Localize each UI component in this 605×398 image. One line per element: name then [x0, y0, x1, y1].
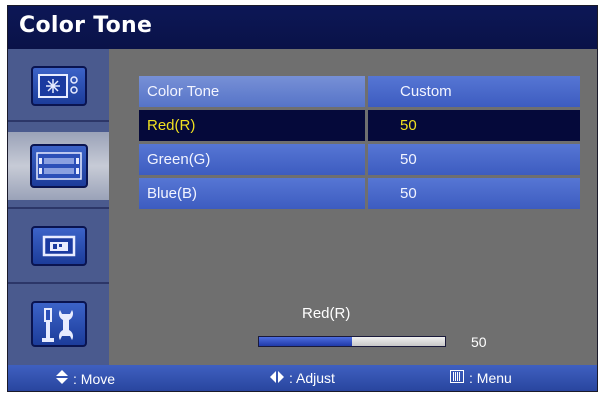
sidebar-item-color[interactable] [8, 132, 109, 200]
color-tone-table: Color Tone Custom Red(R) 50 Green(G) 50 … [139, 76, 580, 212]
table-row-color-tone[interactable]: Color Tone Custom [139, 76, 580, 107]
adjust-label: Red(R) [302, 305, 351, 322]
hint-menu-label: : Menu [469, 370, 512, 386]
setup-tools-icon [30, 301, 87, 347]
row-label: Red(R) [139, 110, 365, 141]
footer-bar: : Move : Adjust : Menu [8, 365, 597, 391]
sidebar-item-image[interactable] [8, 217, 109, 275]
table-row-red[interactable]: Red(R) 50 [139, 110, 580, 141]
hint-menu: : Menu [450, 370, 512, 386]
sidebar-item-picture[interactable] [8, 57, 109, 115]
slider-fill [259, 337, 352, 346]
sidebar [8, 49, 109, 365]
hint-adjust-label: : Adjust [289, 370, 335, 386]
row-label: Color Tone [139, 76, 365, 107]
page-title: Color Tone [19, 13, 153, 38]
sidebar-item-setup[interactable] [8, 292, 109, 356]
hint-move-label: : Move [73, 370, 116, 387]
adjust-value: 50 [471, 334, 487, 350]
table-row-blue[interactable]: Blue(B) 50 [139, 178, 580, 209]
sidebar-divider [8, 120, 109, 122]
color-settings-icon [29, 144, 88, 188]
row-label: Blue(B) [139, 178, 365, 209]
row-value: 50 [368, 110, 580, 141]
osd-window: Color Tone Color Tone Custom Red(R) 50 G… [7, 5, 598, 392]
row-value: 50 [368, 144, 580, 175]
up-down-arrows-icon [56, 370, 68, 387]
hint-adjust: : Adjust [270, 370, 335, 386]
menu-button-icon [450, 370, 464, 386]
sidebar-divider [8, 282, 109, 284]
row-label: Green(G) [139, 144, 365, 175]
row-value: 50 [368, 178, 580, 209]
title-bar: Color Tone [8, 6, 597, 49]
left-right-arrows-icon [270, 370, 284, 386]
table-row-green[interactable]: Green(G) 50 [139, 144, 580, 175]
pip-icon [30, 226, 87, 266]
sidebar-divider [8, 207, 109, 209]
adjust-slider[interactable] [258, 336, 446, 347]
picture-icon [30, 66, 87, 106]
row-value: Custom [368, 76, 580, 107]
hint-move: : Move [56, 370, 115, 387]
